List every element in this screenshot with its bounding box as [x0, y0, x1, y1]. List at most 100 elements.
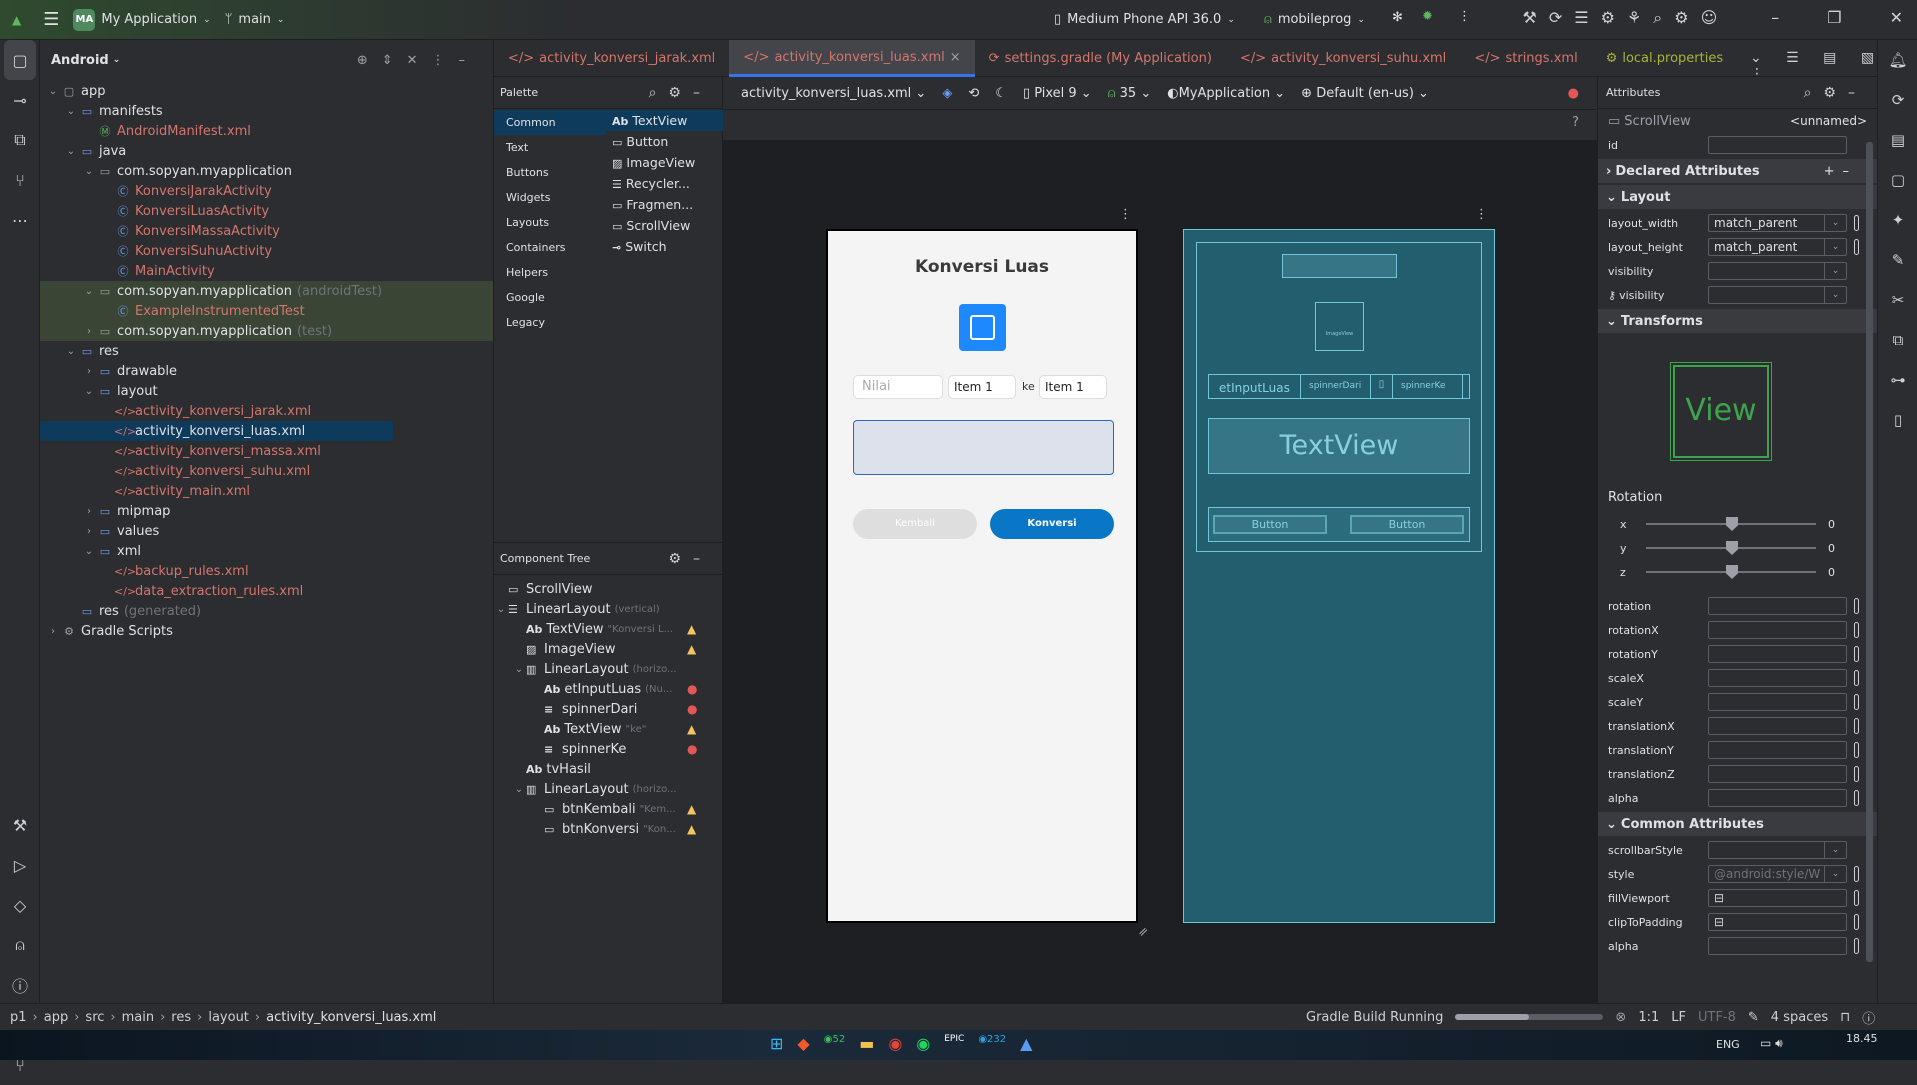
- close-icon[interactable]: ✕: [1890, 8, 1903, 28]
- breadcrumb-item[interactable]: p1: [10, 1010, 27, 1025]
- cancel-task-icon[interactable]: ⊗: [1615, 1010, 1626, 1025]
- chevron-right-icon[interactable]: ›: [82, 366, 96, 377]
- commit-icon[interactable]: ⊸: [0, 80, 40, 120]
- editor-tab[interactable]: ⟳ settings.gradle (My Application): [975, 40, 1226, 77]
- chevron-down-icon[interactable]: ⌄: [1824, 866, 1846, 882]
- cursor-position[interactable]: 1:1: [1638, 1010, 1659, 1025]
- layout-header[interactable]: ⌄ Layout: [1598, 185, 1877, 209]
- checkbox-indeterminate-icon[interactable]: ⊟: [1714, 891, 1724, 905]
- project-view-selector[interactable]: Android ⌄ ⊕⇕✕⋮–: [40, 40, 493, 80]
- breadcrumb-item[interactable]: layout: [208, 1010, 249, 1025]
- tree-item[interactable]: Ⓒ MainActivity: [40, 261, 493, 281]
- slider-thumb[interactable]: [1726, 565, 1738, 579]
- device-selector[interactable]: ▯ Medium Phone API 36.0 ⌄: [1054, 12, 1235, 27]
- tree-item[interactable]: Ⓒ ExampleInstrumentedTest: [40, 301, 493, 321]
- windows-start-icon[interactable]: ⊞: [770, 1034, 783, 1053]
- tree-item[interactable]: ⌄ ▭ layout: [40, 381, 493, 401]
- tree-item[interactable]: ⌄ ▭ xml: [40, 541, 493, 561]
- gemini-icon[interactable]: ✦: [1878, 200, 1917, 240]
- resource-picker-icon[interactable]: [1854, 694, 1859, 710]
- file-selector[interactable]: activity_konversi_luas.xml ⌄: [741, 86, 926, 101]
- chevron-down-icon[interactable]: ⌄: [1824, 239, 1846, 255]
- night-mode-icon[interactable]: ☾: [995, 86, 1007, 101]
- device-file-icon[interactable]: ▤: [1878, 120, 1917, 160]
- tree-item[interactable]: </> activity_konversi_massa.xml: [40, 441, 493, 461]
- component-tree-item[interactable]: ▭ ScrollView: [494, 579, 722, 599]
- resource-picker-icon[interactable]: [1854, 598, 1859, 614]
- component-tree-item[interactable]: Ab tvHasil: [494, 759, 722, 779]
- resource-picker-icon[interactable]: [1854, 866, 1859, 882]
- add-remove-icons[interactable]: +–: [1824, 164, 1857, 179]
- chevron-right-icon[interactable]: ›: [82, 326, 96, 337]
- problems-icon[interactable]: ⓘ: [0, 965, 40, 1005]
- id-input[interactable]: [1708, 136, 1847, 154]
- blueprint-options-icon[interactable]: ⋮: [1475, 207, 1488, 222]
- palette-item[interactable]: Ab TextView: [606, 110, 723, 131]
- brave-icon[interactable]: ◆: [797, 1034, 809, 1053]
- error-icon[interactable]: ●: [1568, 86, 1579, 101]
- whatsapp-icon[interactable]: ◉52: [824, 1034, 845, 1053]
- project-selector[interactable]: MA My Application ⌄: [73, 8, 211, 31]
- breadcrumb-item[interactable]: activity_konversi_luas.xml: [266, 1010, 436, 1025]
- network-volume-icons[interactable]: ▭ 🔊︎: [1760, 1036, 1783, 1051]
- resource-picker-icon[interactable]: [1854, 239, 1859, 255]
- palette-item[interactable]: ☰ Recycler...: [606, 173, 723, 194]
- tree-item[interactable]: </> data_extraction_rules.xml: [40, 581, 493, 601]
- blueprint-preview[interactable]: ImageView etInputLuas spinnerDari ▯ spin…: [1183, 229, 1495, 923]
- spotify-icon[interactable]: ◉: [916, 1034, 930, 1053]
- run-config-selector[interactable]: ⍝ mobileprog ⌄: [1264, 12, 1365, 27]
- preview-spinner-to[interactable]: Item 1: [1039, 375, 1107, 399]
- clock[interactable]: 18.45: [1846, 1032, 1878, 1045]
- attr-value[interactable]: [1708, 789, 1847, 807]
- chevron-down-icon[interactable]: ⌄: [1824, 263, 1846, 279]
- chevron-down-icon[interactable]: ⌄: [512, 784, 526, 795]
- logcat-icon[interactable]: ☰: [1574, 8, 1588, 28]
- tree-item[interactable]: ▭ res (generated): [40, 601, 493, 621]
- rotation-slider[interactable]: [1646, 565, 1816, 579]
- common-attributes-header[interactable]: ⌄ Common Attributes: [1598, 812, 1877, 836]
- error-icon[interactable]: ●: [687, 682, 697, 696]
- component-tree-item[interactable]: Ab etInputLuas (Nu... ●: [494, 679, 722, 699]
- tree-item[interactable]: Ⓒ KonversiMassaActivity: [40, 221, 493, 241]
- breadcrumb-item[interactable]: app: [44, 1010, 68, 1025]
- sync-icon[interactable]: ⟳: [1549, 8, 1562, 28]
- rotation-slider[interactable]: [1646, 541, 1816, 555]
- chevron-right-icon[interactable]: ›: [82, 526, 96, 537]
- chevron-down-icon[interactable]: ⌄: [82, 386, 96, 397]
- chevron-down-icon[interactable]: ⌄: [1824, 215, 1846, 231]
- resize-handle[interactable]: ═: [1136, 924, 1152, 940]
- palette-category[interactable]: Text: [494, 135, 606, 160]
- orientation-icon[interactable]: ⟲: [968, 86, 979, 101]
- notifications-icon[interactable]: 🔔︎: [1878, 40, 1917, 80]
- attr-value[interactable]: @android:style/W ⌄: [1708, 865, 1847, 883]
- component-tree-item[interactable]: Ab TextView "ke" ▲: [494, 719, 722, 739]
- attr-value[interactable]: ⌄: [1708, 262, 1847, 280]
- memory-icon[interactable]: ⓘ: [1862, 1008, 1875, 1027]
- chevron-down-icon[interactable]: ⌄: [64, 146, 78, 157]
- resource-picker-icon[interactable]: [1854, 766, 1859, 782]
- device-dropdown[interactable]: ▯ Pixel 9 ⌄: [1023, 86, 1092, 101]
- settings-icon[interactable]: ⚙: [1674, 8, 1688, 28]
- tree-item[interactable]: ⌄ ▭ com.sopyan.myapplication: [40, 161, 493, 181]
- editor-tab[interactable]: ⚙ local.properties: [1592, 40, 1737, 77]
- tree-item[interactable]: ⌄ ▭ java: [40, 141, 493, 161]
- tree-item[interactable]: Ⓒ KonversiLuasActivity: [40, 201, 493, 221]
- palette-category[interactable]: Buttons: [494, 160, 606, 185]
- lock-icon[interactable]: ⊓: [1840, 1010, 1850, 1025]
- panel-actions[interactable]: ⊕⇕✕⋮–: [357, 53, 479, 68]
- attr-value[interactable]: match_parent ⌄: [1708, 238, 1847, 256]
- account-icon[interactable]: ☺: [1701, 8, 1718, 28]
- palette-category[interactable]: Layouts: [494, 210, 606, 235]
- minimize-icon[interactable]: –: [1771, 8, 1779, 28]
- attr-value[interactable]: match_parent ⌄: [1708, 214, 1847, 232]
- device-mirror-icon[interactable]: ▯: [1878, 400, 1917, 440]
- preview-back-button[interactable]: Kembali: [853, 509, 977, 539]
- main-menu-icon[interactable]: ☰: [43, 9, 59, 30]
- resource-picker-icon[interactable]: [1854, 646, 1859, 662]
- chrome-icon[interactable]: ◉: [888, 1034, 902, 1053]
- attr-value[interactable]: ⌄: [1708, 286, 1847, 304]
- tree-item[interactable]: </> activity_konversi_luas.xml: [40, 421, 393, 441]
- chevron-down-icon[interactable]: ⌄: [1824, 287, 1846, 303]
- build-icon[interactable]: ⚒: [0, 805, 40, 845]
- help-icon[interactable]: ?: [1572, 115, 1579, 130]
